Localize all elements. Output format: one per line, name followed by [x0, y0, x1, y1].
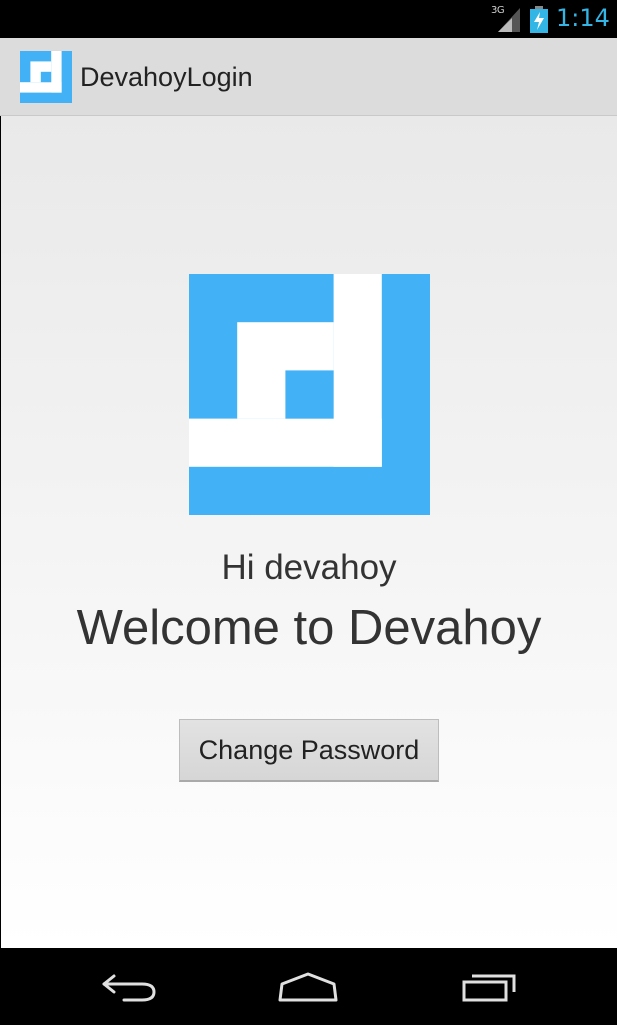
recent-apps-icon	[462, 974, 516, 1002]
change-password-button[interactable]: Change Password	[179, 719, 439, 782]
navigation-bar	[0, 948, 617, 1025]
app-title: DevahoyLogin	[80, 62, 253, 92]
status-bar: 3G 1:14	[0, 0, 617, 38]
devahoy-logo-icon[interactable]	[20, 51, 72, 103]
recent-apps-button[interactable]	[450, 964, 530, 1010]
welcome-heading: Welcome to Devahoy	[76, 601, 542, 655]
phone-screen: 3G 1:14 DevahoyLogin Hi devahoy Welcome …	[0, 0, 617, 1025]
devahoy-logo-icon	[189, 274, 430, 515]
back-icon	[102, 974, 156, 1002]
back-button[interactable]	[90, 964, 170, 1010]
signal-icon	[498, 8, 520, 32]
home-button[interactable]	[268, 964, 348, 1010]
main-content: Hi devahoy Welcome to Devahoy Change Pas…	[1, 116, 617, 948]
action-bar: DevahoyLogin	[0, 38, 617, 116]
home-icon	[278, 972, 338, 1002]
greeting-text: Hi devahoy	[221, 548, 397, 587]
battery-charging-icon	[530, 6, 548, 33]
status-clock: 1:14	[556, 4, 610, 32]
